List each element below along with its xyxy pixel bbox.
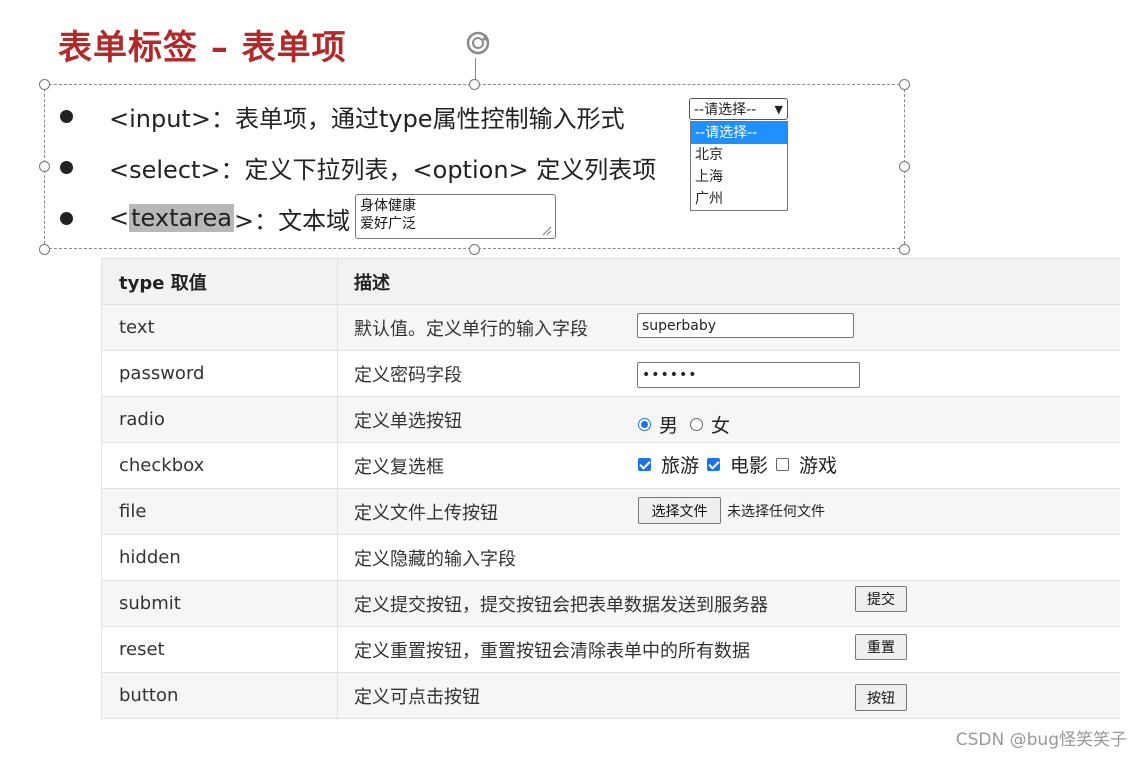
table-row: hidden 定义隐藏的输入字段 [101, 534, 1120, 581]
desc-cell: 定义隐藏的输入字段 [337, 534, 1120, 581]
checkbox-travel[interactable] [638, 457, 651, 471]
bullet-select: <select>：定义下拉列表，<option> 定义列表项 [60, 147, 656, 187]
bullet-text: <input>：表单项，通过type属性控制输入形式 [109, 104, 625, 133]
type-cell: reset [101, 626, 338, 673]
select-dropdown: --请选择-- 北京 上海 广州 [690, 121, 788, 211]
desc-cell: 定义可点击按钮 [337, 672, 1120, 719]
select-option[interactable]: 广州 [691, 188, 787, 210]
bullet-input: <input>：表单项，通过type属性控制输入形式 [60, 96, 625, 136]
table-row: reset 定义重置按钮，重置按钮会清除表单中的所有数据 [101, 626, 1120, 673]
radio-label: 男 [659, 415, 679, 437]
resize-grip-icon[interactable] [540, 224, 552, 236]
type-cell: hidden [101, 534, 338, 581]
type-cell: text [101, 304, 338, 351]
table-row: button 定义可点击按钮 [101, 672, 1120, 719]
desc-text: 定义提交按钮，提交按钮会把表单数据发送到服务器 [354, 594, 768, 616]
checkbox-label: 旅游 [661, 454, 700, 477]
radio-female[interactable] [690, 418, 704, 431]
type-cell: password [101, 350, 338, 397]
bullet-text: <select>：定义下拉列表，<option> 定义列表项 [109, 155, 657, 184]
select-option[interactable]: 上海 [691, 166, 787, 188]
checkbox-label: 游戏 [799, 454, 838, 477]
checkbox-movie[interactable] [707, 457, 721, 471]
table-row: file 定义文件上传按钮 [101, 488, 1120, 535]
select-value: --请选择-- [694, 102, 757, 118]
desc-text: 定义可点击按钮 [354, 686, 480, 708]
desc-text: 定义单选按钮 [354, 410, 462, 432]
table-row: radio 定义单选按钮 [101, 396, 1120, 443]
resize-handle-br[interactable] [899, 244, 910, 255]
bullet-text-post: >：文本域 [234, 206, 351, 235]
file-input: 选择文件 未选择任何文件 [638, 497, 825, 524]
choose-file-button[interactable]: 选择文件 [638, 497, 721, 524]
bullet-dot [60, 160, 73, 174]
resize-handle-tr[interactable] [899, 79, 910, 90]
bullet-dot [60, 109, 73, 123]
select-option[interactable]: --请选择-- [691, 122, 787, 144]
table-header-row: type 取值 描述 [101, 258, 1120, 305]
radio-male[interactable] [638, 418, 651, 431]
desc-cell: 定义重置按钮，重置按钮会清除表单中的所有数据 [337, 626, 1120, 673]
submit-button[interactable]: 提交 [855, 586, 907, 612]
bullet-textarea: < textarea >：文本域 [60, 198, 350, 238]
password-input[interactable]: •••••• [637, 362, 860, 388]
table-header: 描述 [337, 258, 1120, 305]
table-row: checkbox 定义复选框 [101, 442, 1120, 489]
rotate-icon[interactable] [462, 28, 494, 60]
reset-button[interactable]: 重置 [855, 634, 907, 660]
type-cell: submit [101, 580, 338, 627]
page-title: 表单标签 – 表单项 [58, 28, 347, 68]
resize-handle-bl[interactable] [39, 244, 50, 255]
desc-cell: 定义提交按钮，提交按钮会把表单数据发送到服务器 [337, 580, 1120, 627]
type-cell: radio [101, 396, 338, 443]
type-cell: button [101, 672, 338, 719]
checkbox-label: 电影 [730, 454, 769, 477]
type-table: type 取值 描述 text 默认值。定义单行的输入字段 password 定… [101, 258, 1120, 719]
desc-text: 定义密码字段 [354, 364, 462, 386]
table-header: type 取值 [101, 258, 338, 305]
bullet-text-pre: < [109, 204, 130, 232]
checkbox-game[interactable] [776, 457, 790, 471]
table-row: text 默认值。定义单行的输入字段 [101, 304, 1120, 351]
generic-button[interactable]: 按钮 [855, 684, 907, 711]
table-row: submit 定义提交按钮，提交按钮会把表单数据发送到服务器 [101, 580, 1120, 627]
hobby-checkbox-group: 旅游 电影 游戏 [638, 452, 856, 477]
radio-label: 女 [711, 415, 731, 437]
type-cell: file [101, 488, 338, 535]
desc-text: 定义文件上传按钮 [354, 502, 498, 524]
chevron-down-icon: ▼ [774, 102, 783, 116]
watermark: CSDN @bug怪笑笑子 [955, 730, 1127, 750]
desc-text: 定义重置按钮，重置按钮会清除表单中的所有数据 [354, 640, 750, 662]
resize-handle-ml[interactable] [39, 161, 50, 172]
resize-handle-tc[interactable] [469, 79, 480, 90]
resize-handle-mr[interactable] [899, 161, 910, 172]
file-status: 未选择任何文件 [727, 503, 825, 520]
table-row: password 定义密码字段 [101, 350, 1120, 397]
desc-text: 定义复选框 [354, 456, 444, 478]
type-cell: checkbox [101, 442, 338, 489]
desc-text: 定义隐藏的输入字段 [354, 548, 516, 570]
desc-text: 默认值。定义单行的输入字段 [354, 318, 588, 340]
gender-radio-group: 男 女 [638, 411, 742, 438]
bullet-dot [60, 211, 73, 225]
city-select[interactable]: --请选择-- ▼ [689, 98, 788, 120]
highlighted-word: textarea [129, 204, 234, 232]
select-option[interactable]: 北京 [691, 144, 787, 166]
text-input[interactable]: superbaby [637, 313, 854, 338]
resize-handle-tl[interactable] [39, 79, 50, 90]
resize-handle-bc[interactable] [469, 244, 480, 255]
demo-textarea[interactable] [355, 194, 556, 239]
